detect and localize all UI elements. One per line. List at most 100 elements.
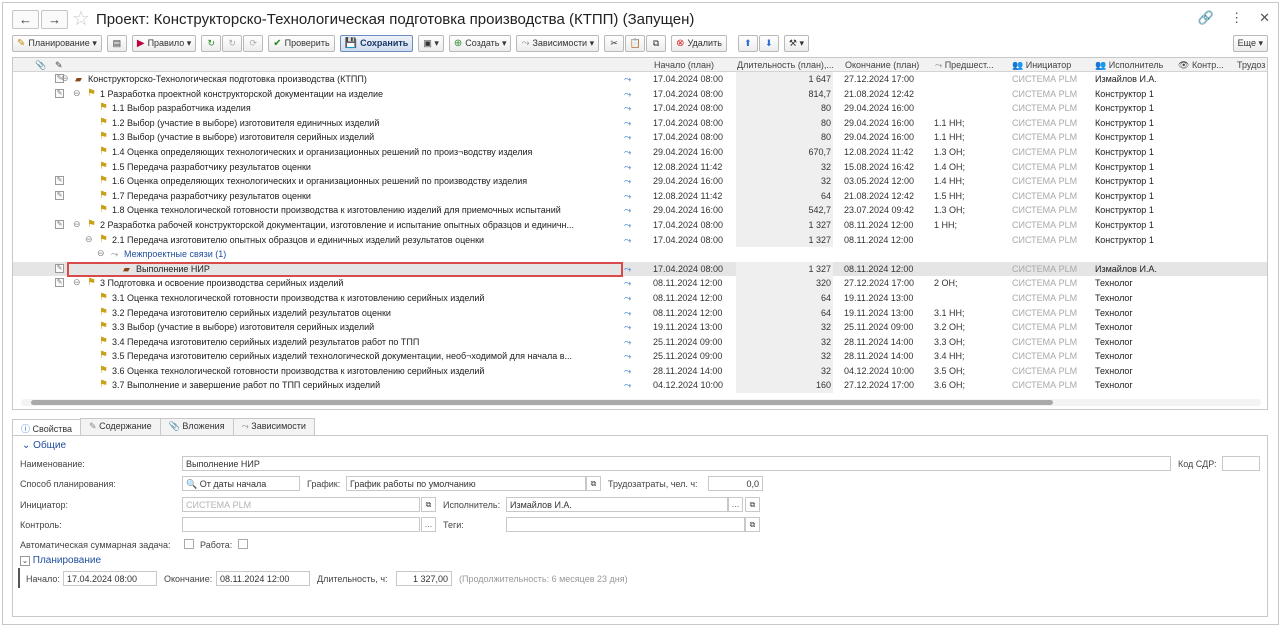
auto-summary-checkbox[interactable] — [184, 539, 194, 549]
col-initiator[interactable]: 👥 Инициатор — [1012, 60, 1071, 71]
scrollbar-thumb[interactable] — [31, 400, 1053, 405]
table-row[interactable]: ⚑ 3.7 Выполнение и завершение работ по ТП… — [13, 378, 1267, 394]
back-button[interactable]: ← — [12, 9, 39, 29]
task-link-icon[interactable]: ⤳ — [624, 351, 642, 362]
collapse-icon[interactable]: ⊖ — [73, 219, 81, 230]
end-field[interactable]: 08.11.2024 12:00 — [216, 571, 310, 586]
duration-field[interactable]: 1 327,00 — [396, 571, 452, 586]
col-control[interactable]: 👁 Контр... — [1178, 60, 1236, 71]
initiator-open-button[interactable]: ⧉ — [421, 497, 436, 512]
control-field[interactable] — [182, 517, 420, 532]
task-link-icon[interactable]: ⤳ — [624, 293, 642, 304]
cut-button[interactable]: ✂ — [604, 34, 625, 52]
gantt-button[interactable]: ▤ — [106, 34, 127, 52]
plan-method-select[interactable]: 🔍 От даты начала — [182, 476, 300, 491]
col-executor[interactable]: 👥 Исполнитель — [1095, 60, 1163, 71]
planning-section-toggle[interactable]: ⌄ Планирование — [20, 555, 101, 566]
task-link-icon[interactable]: ⤳ — [624, 162, 642, 173]
table-row[interactable]: ⚑ 3.6 Оценка технологической готовности п… — [13, 363, 1267, 379]
tags-open-button[interactable]: ⧉ — [745, 517, 760, 532]
general-section-toggle[interactable]: ⌄ Общие — [22, 440, 66, 451]
task-link-icon[interactable]: ⤳ — [624, 89, 642, 100]
executor-open-button[interactable]: ⧉ — [745, 497, 760, 512]
initiator-field[interactable]: СИСТЕМА PLM — [182, 497, 420, 512]
start-field[interactable]: 17.04.2024 08:00 — [63, 571, 157, 586]
task-link-icon[interactable]: ⤳ — [624, 132, 642, 143]
collapse-icon[interactable]: ⊖ — [61, 73, 69, 84]
col-labor[interactable]: Трудоз — [1237, 60, 1267, 70]
collapse-icon[interactable]: ⊖ — [97, 248, 105, 259]
move-down-button[interactable]: ⬇ — [758, 34, 779, 52]
schedule-field[interactable]: График работы по умолчанию — [346, 476, 586, 491]
task-link-icon[interactable]: ⤳ — [624, 176, 642, 187]
name-field[interactable]: Выполнение НИР — [182, 456, 1171, 471]
table-row[interactable]: ✎ ⚑ 1.6 Оценка определяющих технологически… — [13, 174, 1267, 189]
col-pred[interactable]: ⤳ Предшест... — [935, 60, 1009, 71]
table-row[interactable]: ✎ ⊖ ⚑ 2 Разработка рабочей конструкторской … — [13, 217, 1267, 233]
save-button[interactable]: 💾 Сохранить — [339, 34, 414, 52]
task-link-icon[interactable]: ⤳ — [624, 220, 642, 231]
planning-button[interactable]: ✎ Планирование ▾ — [12, 34, 102, 52]
table-row[interactable]: ⚑ 1.1 Выбор разработчика изделия ⤳ 17.04.20… — [13, 101, 1267, 116]
col-duration[interactable]: Длительность (план),... — [737, 60, 837, 70]
tab-dependencies[interactable]: ⤳ Зависимости — [232, 418, 315, 436]
tab-attachments[interactable]: 📎 Вложения — [159, 418, 234, 436]
table-row[interactable]: ⚑ 3.2 Передача изготовителю серийных изде… — [13, 305, 1267, 321]
table-row[interactable]: ⚑ 3.1 Оценка технологической готовности п… — [13, 290, 1267, 306]
executor-field[interactable]: Измайлов И.А. — [506, 497, 728, 512]
table-row[interactable]: ⚑ 3.5 Передача изготовителю серийных изде… — [13, 349, 1267, 364]
more-vert-icon[interactable]: ⋮ — [1230, 10, 1243, 26]
task-link-icon[interactable]: ⤳ — [624, 264, 642, 275]
collapse-icon[interactable]: ⊖ — [73, 88, 81, 99]
executor-select-button[interactable]: … — [728, 497, 743, 512]
close-icon[interactable]: ✕ — [1259, 10, 1270, 26]
collapse-icon[interactable]: ⊖ — [73, 277, 81, 288]
create-button[interactable]: ⊕ Создать ▾ — [448, 34, 512, 52]
rule-button[interactable]: ▶ Правило ▾ — [131, 34, 197, 52]
task-link-icon[interactable]: ⤳ — [624, 235, 642, 246]
task-link-icon[interactable]: ⤳ — [624, 205, 642, 216]
table-row[interactable]: ⚑ 3.3 Выбор (участие в выборе) изготовите… — [13, 320, 1267, 335]
col-start[interactable]: Начало (план) — [654, 60, 714, 70]
more-button[interactable]: Еще ▾ — [1232, 34, 1268, 52]
table-row[interactable]: ✎ ⊖ ⚑ 3 Подготовка и освоение производства … — [13, 276, 1267, 291]
table-row[interactable]: ✎ ▰ Выполнение НИР ⤳ 17.04.2024 08:00 1 327 08… — [13, 261, 1267, 277]
task-link-icon[interactable]: ⤳ — [624, 380, 642, 391]
task-link-icon[interactable]: ⤳ — [624, 308, 642, 319]
table-row[interactable]: ⚑ 1.3 Выбор (участие в выборе) изготовите… — [13, 130, 1267, 145]
forward-button[interactable]: → — [41, 9, 68, 29]
check-button[interactable]: ✔ Проверить — [268, 34, 335, 52]
table-row[interactable]: ⚑ 3.4 Передача изготовителю серийных изде… — [13, 334, 1267, 350]
link-icon[interactable]: 🔗 — [1198, 10, 1214, 26]
schedule-open-button[interactable]: ⧉ — [586, 476, 601, 491]
paste-button[interactable]: 📋 — [625, 34, 646, 52]
task-link-icon[interactable]: ⤳ — [624, 74, 642, 85]
task-link-icon[interactable]: ⤳ — [624, 322, 642, 333]
table-row[interactable]: ✎ ⊖ ⚑ 1 Разработка проектной конструкторско… — [13, 86, 1267, 102]
recalc-button[interactable]: ↻ — [222, 34, 243, 52]
favorite-star-icon[interactable]: ☆ — [72, 9, 90, 29]
copy-button[interactable]: ⧉ — [646, 34, 667, 52]
table-row[interactable]: ⚑ 1.8 Оценка технологической готовности п… — [13, 203, 1267, 218]
horizontal-scrollbar[interactable] — [21, 399, 1261, 406]
move-up-button[interactable]: ⬆ — [737, 34, 758, 52]
table-row[interactable]: ✎ ⚑ 1.7 Передача разработчику результатов … — [13, 188, 1267, 204]
tags-field[interactable] — [506, 517, 745, 532]
sdr-field[interactable] — [1222, 456, 1260, 471]
save-options-button[interactable]: ▣ ▾ — [418, 34, 444, 52]
labor-field[interactable]: 0,0 — [708, 476, 763, 491]
dependencies-button[interactable]: ⤳ Зависимости ▾ — [516, 34, 600, 52]
task-link-icon[interactable]: ⤳ — [624, 366, 642, 377]
task-link-icon[interactable]: ⤳ — [624, 118, 642, 129]
table-row[interactable]: ⚑ 1.5 Передача разработчику результатов о… — [13, 159, 1267, 175]
collapse-icon[interactable]: ⊖ — [85, 234, 93, 245]
table-row[interactable]: ⊖ ⚑ 2.1 Передача изготовителю опытных обра… — [13, 232, 1267, 248]
task-link-icon[interactable]: ⤳ — [624, 191, 642, 202]
task-link-icon[interactable]: ⤳ — [624, 337, 642, 348]
tools-button[interactable]: ⚒ ▾ — [783, 34, 809, 52]
table-row[interactable]: ⚑ 1.2 Выбор (участие в выборе) изготовите… — [13, 115, 1267, 131]
table-row[interactable]: ✎ ⊖ ▰ Конструкторско-Технологическая подгот… — [13, 72, 1267, 87]
table-row[interactable]: ⊖ ⤳ Межпроектные связи (1) — [13, 247, 1267, 262]
col-end[interactable]: Окончание (план) — [845, 60, 919, 70]
control-select-button[interactable]: … — [421, 517, 436, 532]
